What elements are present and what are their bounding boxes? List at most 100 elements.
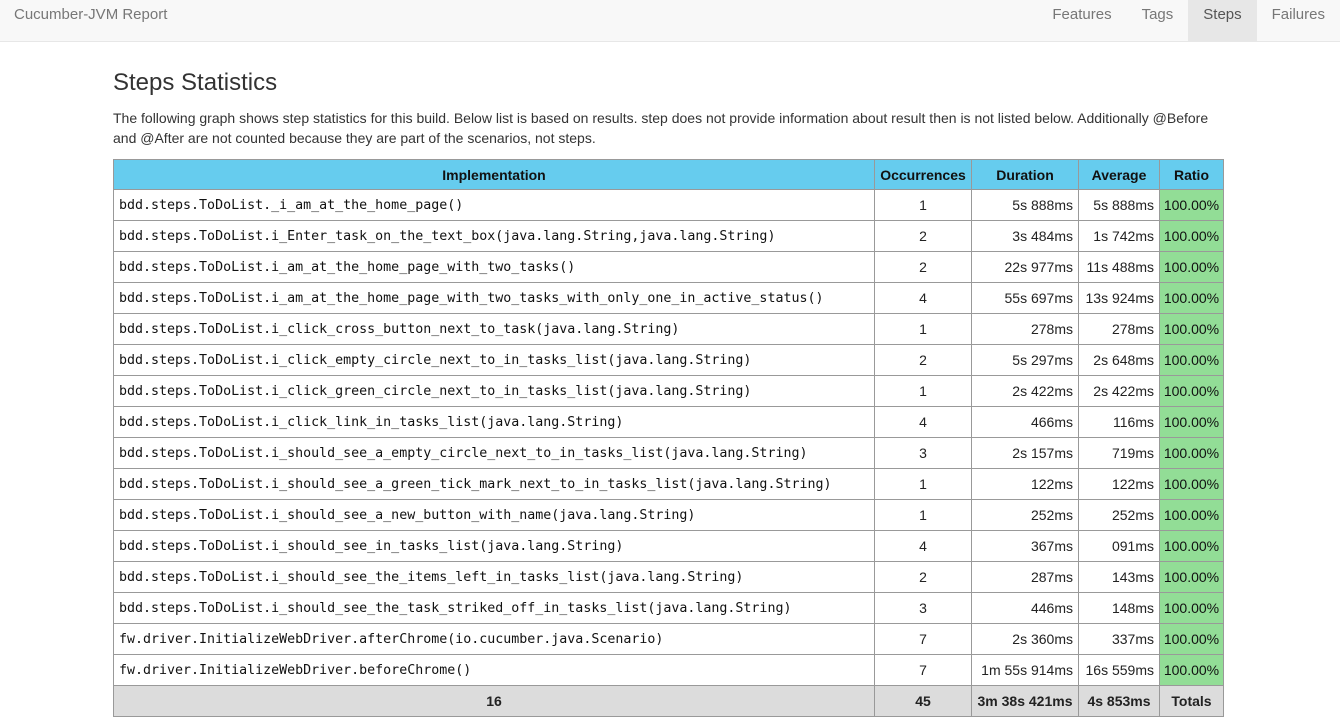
table-row: bdd.steps.ToDoList.i_click_link_in_tasks… [113,406,1224,438]
table-row: fw.driver.InitializeWebDriver.beforeChro… [113,654,1224,686]
step-implementation: bdd.steps.ToDoList.i_should_see_a_new_bu… [113,499,875,531]
step-occurrences: 1 [874,189,972,221]
table-row: fw.driver.InitializeWebDriver.afterChrom… [113,623,1224,655]
step-ratio: 100.00% [1159,189,1224,221]
table-row: bdd.steps.ToDoList.i_am_at_the_home_page… [113,251,1224,283]
header-implementation[interactable]: Implementation [113,159,875,190]
table-row: bdd.steps.ToDoList.i_should_see_the_item… [113,561,1224,593]
nav-menu: Features Tags Steps Failures [1037,0,1340,41]
table-row: bdd.steps.ToDoList.i_click_green_circle_… [113,375,1224,407]
step-average: 116ms [1078,406,1160,438]
step-ratio: 100.00% [1159,251,1224,283]
step-ratio: 100.00% [1159,375,1224,407]
step-implementation: fw.driver.InitializeWebDriver.beforeChro… [113,654,875,686]
page-description: The following graph shows step statistic… [113,110,1209,146]
step-occurrences: 2 [874,344,972,376]
step-duration: 278ms [971,313,1079,345]
table-row: bdd.steps.ToDoList.i_should_see_a_green_… [113,468,1224,500]
nav-item-tags[interactable]: Tags [1127,0,1189,41]
step-implementation: bdd.steps.ToDoList.i_should_see_in_tasks… [113,530,875,562]
step-ratio: 100.00% [1159,468,1224,500]
header-duration[interactable]: Duration [971,159,1079,190]
step-duration: 367ms [971,530,1079,562]
step-ratio: 100.00% [1159,282,1224,314]
table-row: bdd.steps.ToDoList.i_click_empty_circle_… [113,344,1224,376]
header-average[interactable]: Average [1078,159,1160,190]
step-duration: 287ms [971,561,1079,593]
step-average: 2s 648ms [1078,344,1160,376]
step-implementation: bdd.steps.ToDoList.i_click_cross_button_… [113,313,875,345]
step-ratio: 100.00% [1159,654,1224,686]
totals-duration: 3m 38s 421ms [971,685,1079,717]
step-duration: 2s 157ms [971,437,1079,469]
table-row: bdd.steps.ToDoList.i_am_at_the_home_page… [113,282,1224,314]
step-duration: 5s 888ms [971,189,1079,221]
step-duration: 252ms [971,499,1079,531]
step-average: 2s 422ms [1078,375,1160,407]
step-occurrences: 2 [874,561,972,593]
step-occurrences: 1 [874,468,972,500]
steps-statistics-table: Implementation Occurrences Duration Aver… [113,159,1224,717]
table-row: bdd.steps.ToDoList.i_should_see_a_new_bu… [113,499,1224,531]
step-average: 13s 924ms [1078,282,1160,314]
step-duration: 466ms [971,406,1079,438]
step-ratio: 100.00% [1159,406,1224,438]
step-duration: 22s 977ms [971,251,1079,283]
step-implementation: bdd.steps.ToDoList._i_am_at_the_home_pag… [113,189,875,221]
totals-label: Totals [1159,685,1224,717]
step-implementation: fw.driver.InitializeWebDriver.afterChrom… [113,623,875,655]
totals-average: 4s 853ms [1078,685,1160,717]
top-navbar: Cucumber-JVM Report Features Tags Steps … [0,0,1340,42]
nav-item-steps[interactable]: Steps [1188,0,1257,41]
step-occurrences: 2 [874,220,972,252]
step-duration: 3s 484ms [971,220,1079,252]
totals-implementation: 16 [113,685,875,717]
step-duration: 5s 297ms [971,344,1079,376]
step-ratio: 100.00% [1159,220,1224,252]
table-header-row: Implementation Occurrences Duration Aver… [113,159,1224,190]
header-ratio[interactable]: Ratio [1159,159,1224,190]
totals-occurrences: 45 [874,685,972,717]
step-average: 091ms [1078,530,1160,562]
step-ratio: 100.00% [1159,530,1224,562]
step-implementation: bdd.steps.ToDoList.i_should_see_the_task… [113,592,875,624]
step-ratio: 100.00% [1159,561,1224,593]
table-row: bdd.steps.ToDoList.i_should_see_a_empty_… [113,437,1224,469]
step-implementation: bdd.steps.ToDoList.i_should_see_the_item… [113,561,875,593]
nav-item-features[interactable]: Features [1037,0,1126,41]
step-average: 122ms [1078,468,1160,500]
step-ratio: 100.00% [1159,592,1224,624]
step-ratio: 100.00% [1159,313,1224,345]
step-implementation: bdd.steps.ToDoList.i_should_see_a_empty_… [113,437,875,469]
step-implementation: bdd.steps.ToDoList.i_am_at_the_home_page… [113,251,875,283]
step-occurrences: 3 [874,437,972,469]
step-implementation: bdd.steps.ToDoList.i_click_link_in_tasks… [113,406,875,438]
step-occurrences: 7 [874,654,972,686]
step-occurrences: 1 [874,313,972,345]
step-duration: 446ms [971,592,1079,624]
nav-item-failures[interactable]: Failures [1257,0,1340,41]
table-row: bdd.steps.ToDoList.i_click_cross_button_… [113,313,1224,345]
step-ratio: 100.00% [1159,499,1224,531]
brand-title[interactable]: Cucumber-JVM Report [14,0,167,41]
step-implementation: bdd.steps.ToDoList.i_click_green_circle_… [113,375,875,407]
step-average: 143ms [1078,561,1160,593]
main-content: Steps Statistics The following graph sho… [113,41,1224,717]
step-duration: 122ms [971,468,1079,500]
step-occurrences: 4 [874,530,972,562]
step-occurrences: 7 [874,623,972,655]
step-ratio: 100.00% [1159,344,1224,376]
step-duration: 2s 422ms [971,375,1079,407]
step-duration: 2s 360ms [971,623,1079,655]
page-title: Steps Statistics [113,69,278,96]
step-average: 5s 888ms [1078,189,1160,221]
step-average: 278ms [1078,313,1160,345]
table-row: bdd.steps.ToDoList.i_should_see_in_tasks… [113,530,1224,562]
header-occurrences[interactable]: Occurrences [874,159,972,190]
table-row: bdd.steps.ToDoList.i_should_see_the_task… [113,592,1224,624]
step-occurrences: 3 [874,592,972,624]
step-duration: 1m 55s 914ms [971,654,1079,686]
step-average: 1s 742ms [1078,220,1160,252]
step-occurrences: 1 [874,375,972,407]
table-body: bdd.steps.ToDoList._i_am_at_the_home_pag… [113,189,1224,686]
